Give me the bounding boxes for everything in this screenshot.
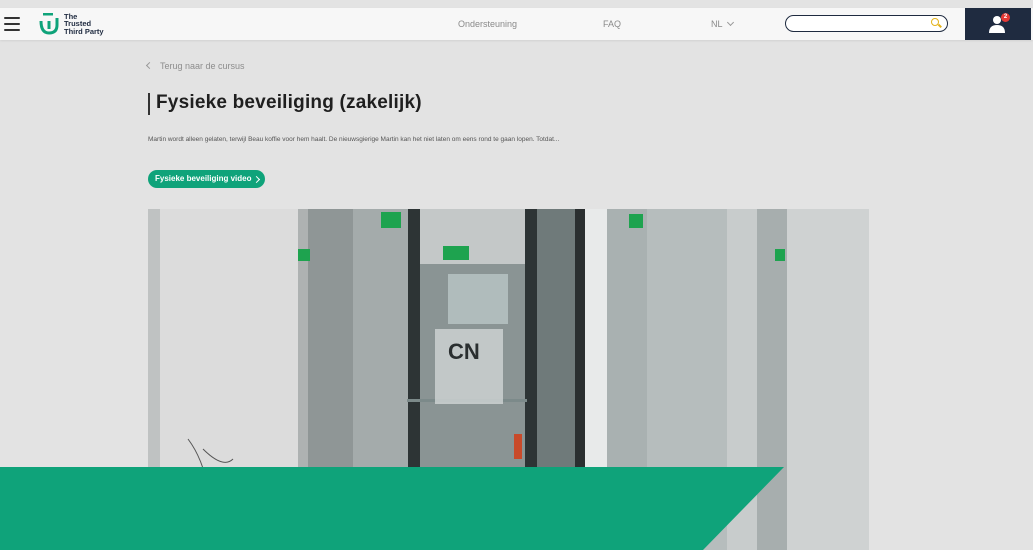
chevron-down-icon	[726, 18, 734, 27]
user-account-button[interactable]: 2	[965, 8, 1031, 40]
logo-line-3: Third Party	[64, 26, 104, 36]
video-office-logo: CN	[448, 339, 480, 364]
video-button-label: Fysieke beveiliging video	[155, 174, 252, 183]
back-link-label: Terug naar de cursus	[160, 61, 245, 71]
search-input[interactable]	[794, 18, 938, 34]
chevron-right-icon	[253, 175, 261, 184]
notification-badge: 2	[1001, 13, 1010, 22]
chevron-left-icon	[145, 61, 154, 70]
back-to-course-link[interactable]: Terug naar de cursus	[145, 61, 245, 71]
top-navigation-bar: The Trusted Third Party Ondersteuning FA…	[0, 8, 1033, 40]
language-label: NL	[711, 19, 723, 29]
hamburger-menu-icon[interactable]	[4, 17, 20, 31]
video-button[interactable]: Fysieke beveiliging video	[148, 170, 266, 188]
page-title: Fysieke beveiliging (zakelijk)	[156, 92, 422, 113]
language-selector[interactable]: NL	[711, 18, 734, 29]
page-description: Martin wordt alleen gelaten, terwijl Bea…	[148, 136, 560, 143]
search-icon[interactable]	[931, 18, 939, 26]
logo-text: The Trusted Third Party	[64, 13, 104, 36]
nav-link-ondersteuning[interactable]: Ondersteuning	[458, 19, 517, 29]
search-box[interactable]	[785, 15, 948, 34]
nav-link-faq[interactable]: FAQ	[603, 19, 621, 29]
title-accent-bar	[148, 93, 150, 115]
logo-icon	[39, 13, 59, 35]
decorative-green-banner	[0, 467, 784, 550]
logo[interactable]: The Trusted Third Party	[38, 11, 104, 37]
